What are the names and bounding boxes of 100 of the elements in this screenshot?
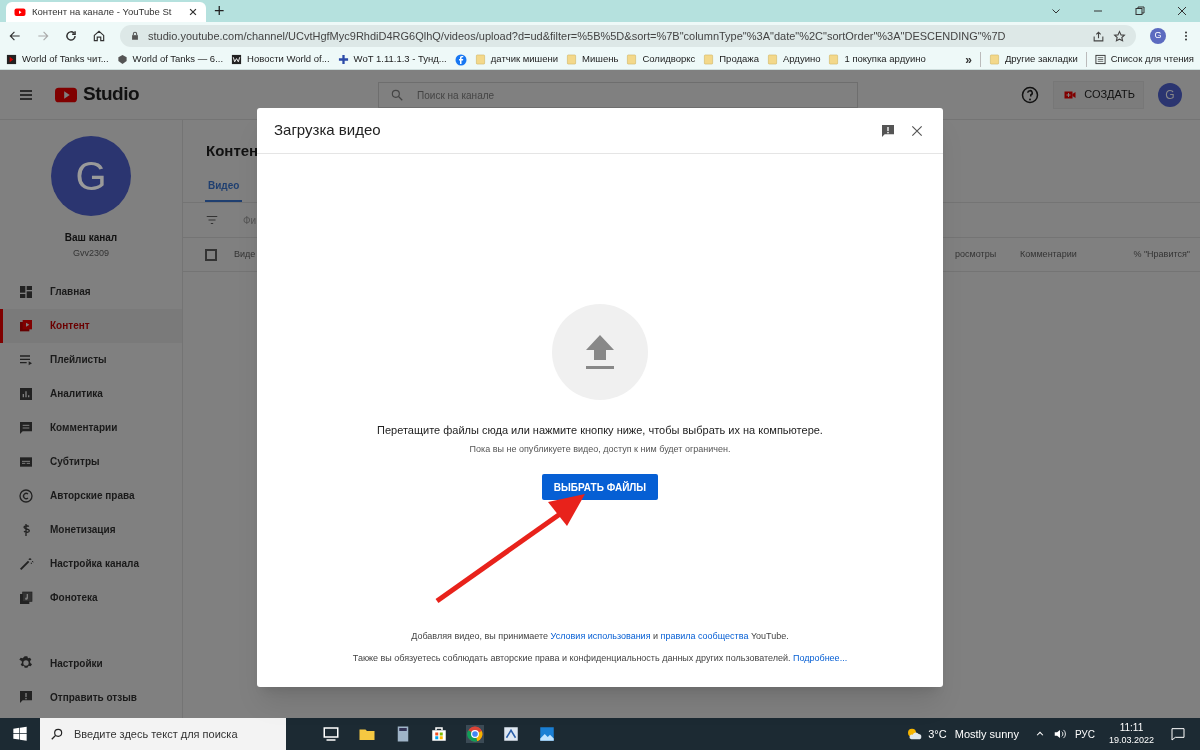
magic-wand-icon [18,555,34,572]
new-tab-button[interactable]: + [214,1,225,21]
page-title: Контен [206,141,259,161]
browser-icon[interactable] [466,725,484,743]
terms-link[interactable]: правила сообщества [660,631,749,641]
column-header: росмотры [955,247,998,261]
star-icon[interactable] [1113,29,1126,43]
bookmark-item[interactable]: World of Tanks — 6... [116,52,224,67]
app-icon[interactable] [502,725,520,743]
nav-item[interactable]: Субтитры [0,444,182,479]
lock-icon [130,31,140,41]
share-icon[interactable] [1092,29,1105,43]
search-icon [390,87,405,102]
home-icon[interactable] [92,29,106,43]
folder-icon [626,54,638,65]
checkbox[interactable] [205,248,217,261]
nav-item[interactable]: Монетизация [0,512,182,547]
close-icon[interactable] [910,123,924,138]
studio-logo-text: Studio [83,82,140,107]
back-arrow-icon[interactable] [8,29,22,43]
gear-icon [18,655,34,671]
bookmark-item[interactable]: World of Tanks чит... [6,52,109,67]
more-bookmarks-button[interactable]: » [965,50,972,69]
dialog-title: Загрузка видео [274,120,382,141]
clock-time[interactable]: 11:11 [1119,722,1144,734]
bookmark-item[interactable]: Мишень [566,52,619,67]
channel-title: Ваш канал [64,231,118,245]
speaker-icon[interactable] [1052,727,1067,741]
photos-icon[interactable] [538,725,556,743]
nav-item[interactable]: Главная [0,274,182,309]
reading-list-button[interactable]: Список для чтения [1085,52,1194,67]
nav-item[interactable]: Авторские права [0,478,182,513]
close-icon[interactable] [188,7,198,17]
weather-text[interactable]: Mostly sunny [954,725,1019,743]
chevron-up-icon[interactable] [1034,729,1045,739]
nav-item[interactable]: Отправить отзыв [0,680,182,714]
terms-link[interactable]: Подробнее... [792,652,848,663]
nav-item[interactable]: Настройка канала [0,546,182,581]
url-text: studio.youtube.com/channel/UCvtHgfMyc9RhdiD4RG6QlhQ/videos/upload?d=ud&filter=%5B%5D&sort=%7B"columnType"%3A"date"%2C"sortOrder"%3A"DESCENDING"%7D [148,28,1007,44]
list-icon [1094,54,1106,65]
feedback-icon[interactable] [880,122,896,139]
bookmark-item[interactable]: 1 покупка ардуино [828,52,926,67]
address-bar[interactable]: studio.youtube.com/channel/UCvtHgfMyc9RhdiD4RG6QlhQ/videos/upload?d=ud&filter=%5B%5D&sort=%7B"columnType"%3A"date"%2C"sortOrder"%3A"DESCENDING"%7D [120,25,1136,47]
create-button[interactable]: СОЗДАТЬ [1053,80,1144,109]
search-field[interactable]: Введите здесь текст для поиска [40,718,286,750]
windows-logo-icon[interactable] [12,726,28,742]
reload-icon[interactable] [64,29,78,43]
folder-icon [828,54,840,65]
folder-icon [988,54,1000,65]
folder-icon [474,54,486,65]
dashboard-icon [18,283,34,300]
browser-tab[interactable]: Контент на канале - YouTube St [6,2,206,22]
channel-handle: Gvv2309 [73,247,109,260]
select-files-button[interactable]: ВЫБРАТЬ ФАЙЛЫ [541,474,659,500]
nav-item[interactable]: Аналитика [0,376,182,411]
column-header: Виде [234,247,256,261]
facebook-bookmark[interactable] [454,53,467,66]
temperature[interactable]: 3°C [928,725,947,743]
nav-item[interactable]: Настройки [0,646,182,680]
channel-avatar[interactable]: G [51,136,131,216]
tab-title: Контент на канале - YouTube St [32,4,173,19]
bookmark-item[interactable]: Солидворкс [626,52,696,67]
nav-item[interactable]: Комментарии [0,410,182,445]
bookmark-item[interactable]: Новости World of... [231,52,330,67]
instruction-text: Перетащите файлы сюда или нажмите кнопку ниже, чтобы выбрать их на компьютере. [377,423,823,438]
feedback-icon [18,689,34,705]
folder-icon [566,54,578,65]
bookmark-item[interactable]: Продажа [703,52,759,67]
column-header: Комментарии [1020,247,1078,261]
site-icon [6,54,17,65]
folder-icon [703,54,715,65]
play-logo-icon [14,6,26,18]
notifications-icon[interactable] [1170,726,1186,742]
language-indicator[interactable]: РУС [1074,726,1095,742]
weather-sun-cloud-icon[interactable] [906,726,923,742]
clock-date[interactable]: 19.03.2022 [1108,734,1154,746]
profile-avatar[interactable]: G [1150,28,1166,44]
restore-icon[interactable] [1134,5,1146,17]
account-avatar[interactable]: G [1158,82,1182,107]
bookmark-item[interactable]: WoT 1.11.1.3 - Тунд... [337,52,447,67]
terms-link[interactable]: Условия использования [550,631,651,641]
help-icon[interactable] [1021,85,1040,104]
bookmark-item[interactable]: Ардуино [766,52,821,67]
filter-icon[interactable] [205,213,219,227]
music-library-icon [18,589,34,606]
bookmark-folder[interactable]: Другие закладки [979,52,1078,67]
terms-text: Добавляя видео, вы принимаете Условия использования и правила сообщества YouTube. [411,630,789,643]
close-icon[interactable] [1176,5,1188,17]
task-view-icon[interactable] [322,725,340,743]
nav-item[interactable]: Фонотека [0,580,182,615]
bar-chart-icon [18,385,34,402]
store-bag-icon[interactable] [430,725,448,743]
column-header: % "Нравится" [1132,247,1191,261]
bookmark-item[interactable]: датчик мишени [474,52,559,67]
nav-item[interactable]: Плейлисты [0,342,182,377]
video-library-icon [18,317,34,334]
folder-icon [766,54,778,65]
comment-icon [18,419,34,436]
site-icon [231,54,243,65]
terms-text: Также вы обязуетесь соблюдать авторские права и конфиденциальность данных других пользователей. Подробнее... [352,651,848,665]
